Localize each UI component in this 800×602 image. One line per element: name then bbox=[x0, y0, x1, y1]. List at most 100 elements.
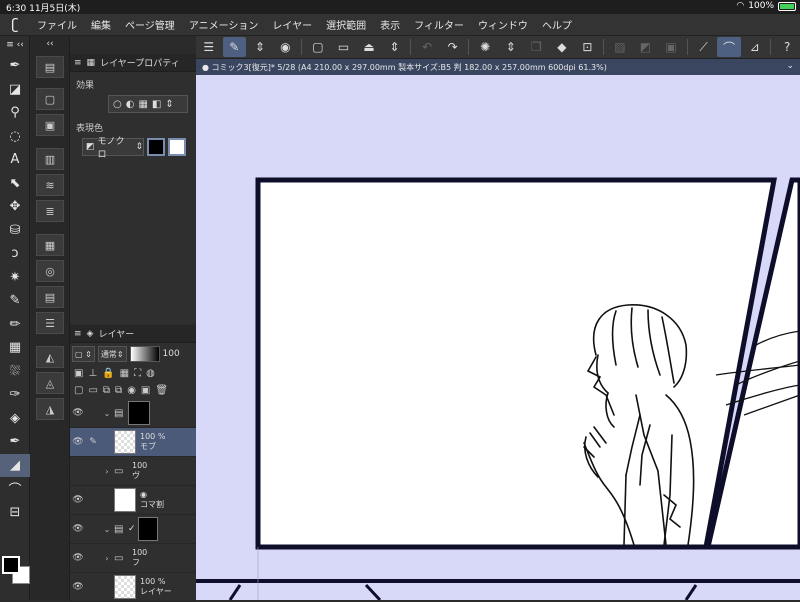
duplicate-icon[interactable]: ❐ bbox=[525, 37, 549, 57]
expand-chevron-icon[interactable]: ⌄ bbox=[100, 525, 114, 534]
ruler-snap-icon[interactable]: ⟋ bbox=[692, 37, 716, 57]
extract-line-icon[interactable]: ◐ bbox=[126, 99, 135, 110]
mask-apply-icon[interactable]: ▣ bbox=[141, 385, 150, 396]
updown-toggle-icon[interactable]: ⇕ bbox=[499, 37, 523, 57]
menu-edit[interactable]: 編集 bbox=[84, 17, 118, 32]
help-icon[interactable]: ? bbox=[775, 37, 799, 57]
expand-chevron-icon[interactable]: ⌄ bbox=[100, 409, 114, 418]
updown-toggle-icon[interactable]: ⇕ bbox=[248, 37, 272, 57]
layers-icon[interactable]: ≋ bbox=[36, 174, 64, 196]
edit-mode-icon[interactable]: ✎ bbox=[222, 37, 247, 57]
color-chips[interactable] bbox=[2, 556, 30, 586]
layer-effect-icon[interactable]: ◬ bbox=[36, 372, 64, 394]
hamburger-menu-icon[interactable]: ≡ bbox=[74, 329, 82, 339]
expand-chevron-icon[interactable]: › bbox=[100, 554, 114, 563]
quick-access-icon[interactable]: ◉ bbox=[274, 37, 298, 57]
eye-icon[interactable]: 👁 bbox=[70, 582, 86, 592]
combine-icon[interactable]: ⧉ bbox=[115, 385, 122, 396]
expression-color-select[interactable]: ◩ モノクロ ⇕ bbox=[82, 137, 144, 160]
decoration-icon[interactable]: ✑ bbox=[0, 383, 30, 407]
menu-page-management[interactable]: ページ管理 bbox=[118, 17, 182, 32]
lasso-icon[interactable]: ↄ bbox=[0, 242, 30, 266]
transform-icon[interactable]: ⊡ bbox=[576, 37, 600, 57]
curve-ruler-icon[interactable]: ⌒ bbox=[0, 477, 30, 501]
pen-icon[interactable]: ✎ bbox=[0, 289, 30, 313]
updown-toggle-icon[interactable]: ⇕ bbox=[165, 99, 173, 110]
magic-wand-icon[interactable]: ✷ bbox=[0, 266, 30, 290]
eye-icon[interactable]: 👁 bbox=[70, 553, 86, 563]
layer-effect-icon[interactable]: ◮ bbox=[36, 398, 64, 420]
move-icon[interactable]: ✥ bbox=[0, 195, 30, 219]
airbrush-icon[interactable]: ⛆ bbox=[0, 360, 30, 384]
crop-icon[interactable]: ▣ bbox=[659, 37, 683, 57]
menu-filter[interactable]: フィルター bbox=[407, 17, 471, 32]
list-icon[interactable]: ☰ bbox=[36, 312, 64, 334]
app-logo-icon[interactable]: ʗ bbox=[0, 17, 30, 33]
drawing-canvas[interactable] bbox=[196, 75, 800, 600]
reference-icon[interactable]: ⊥ bbox=[88, 368, 97, 379]
object-select-icon[interactable]: ⬉ bbox=[0, 172, 30, 196]
new-folder-icon[interactable]: ▭ bbox=[88, 385, 97, 396]
frame-icon[interactable]: ▣ bbox=[36, 114, 64, 136]
edit-pen-icon[interactable]: ✎ bbox=[86, 437, 100, 447]
mask-create-icon[interactable]: ◉ bbox=[127, 385, 136, 396]
pencil-icon[interactable]: ✏ bbox=[0, 313, 30, 337]
tone-effect-icon[interactable]: ▦ bbox=[138, 99, 147, 110]
palette-tab-icon[interactable]: ▦ bbox=[87, 58, 96, 68]
paint-bucket-icon[interactable]: ◈ bbox=[0, 407, 30, 431]
border-effect-icon[interactable]: ○ bbox=[113, 99, 122, 110]
clip-icon[interactable]: ▣ bbox=[74, 368, 83, 379]
updown-toggle-icon[interactable]: ⇕ bbox=[383, 37, 407, 57]
menu-layer[interactable]: レイヤー bbox=[265, 17, 319, 32]
gradient-icon[interactable]: ◪ bbox=[0, 78, 30, 102]
loading-spinner-icon[interactable]: ✺ bbox=[473, 37, 497, 57]
main-color-chip[interactable] bbox=[2, 556, 20, 574]
layer-row[interactable]: 👁 ⌄ ▤ bbox=[70, 399, 196, 428]
layer-effect-icon[interactable]: ◭ bbox=[36, 346, 64, 368]
hamburger-menu-icon[interactable]: ≡ bbox=[74, 58, 82, 68]
eyedropper-icon[interactable]: ✒ bbox=[0, 54, 30, 78]
mask-icon[interactable]: ⛶ bbox=[134, 368, 141, 379]
lock-icon[interactable]: 🔒 bbox=[102, 368, 114, 379]
redo-icon[interactable]: ↷ bbox=[441, 37, 465, 57]
menu-animation[interactable]: アニメーション bbox=[182, 17, 266, 32]
fill-icon[interactable]: ◆ bbox=[550, 37, 574, 57]
lasso-select-icon[interactable]: ◌ bbox=[0, 125, 30, 149]
table-icon[interactable]: ▤ bbox=[36, 286, 64, 308]
circle-icon[interactable]: ◎ bbox=[36, 260, 64, 282]
fill-bucket-icon[interactable]: ⛁ bbox=[0, 219, 30, 243]
zoom-icon[interactable]: ⚲ bbox=[0, 101, 30, 125]
save-icon[interactable]: ⏏ bbox=[357, 37, 381, 57]
expand-chevron-icon[interactable]: › bbox=[100, 467, 114, 476]
film-icon[interactable]: ▥ bbox=[36, 148, 64, 170]
new-file-icon[interactable]: ▢ bbox=[306, 37, 330, 57]
brush-snap-icon[interactable]: ⌒ bbox=[717, 37, 741, 57]
menu-window[interactable]: ウィンドウ bbox=[471, 17, 535, 32]
text-tool-icon[interactable]: A bbox=[0, 148, 30, 172]
layer-color-icon[interactable]: ◧ bbox=[152, 99, 161, 110]
ink-pen-icon[interactable]: ✒ bbox=[0, 430, 30, 454]
invert-selection-icon[interactable]: ◩ bbox=[634, 37, 658, 57]
frame-icon[interactable]: ▢ bbox=[36, 88, 64, 110]
eraser-icon[interactable]: ◢ bbox=[0, 453, 30, 477]
menu-help[interactable]: ヘルプ bbox=[535, 17, 579, 32]
canvas-tab[interactable]: ● コミック3[復元]* 5/28 (A4 210.00 x 297.00mm … bbox=[196, 59, 800, 75]
layer-row[interactable]: 👁 100 % レイヤー bbox=[70, 573, 196, 602]
eye-icon[interactable]: 👁 bbox=[70, 524, 86, 534]
panel-collapse-icon[interactable]: ≡ ‹‹ bbox=[0, 36, 30, 54]
chevron-down-icon[interactable]: ⌄ bbox=[786, 61, 794, 71]
layers-icon[interactable]: ◈ bbox=[87, 329, 94, 339]
layer-row[interactable]: 👁 ◉ コマ割 bbox=[70, 486, 196, 515]
black-swatch[interactable] bbox=[147, 138, 165, 156]
layer-row[interactable]: › ▭ 100 ヴ bbox=[70, 457, 196, 486]
lock-transparent-icon[interactable]: ▦ bbox=[120, 368, 129, 379]
layer-row[interactable]: 👁 › ▭ 100 フ bbox=[70, 544, 196, 573]
menu-file[interactable]: ファイル bbox=[30, 17, 84, 32]
eye-icon[interactable]: 👁 bbox=[70, 437, 86, 447]
layer-type-select[interactable]: ▢ ⇕ bbox=[72, 346, 95, 362]
open-file-icon[interactable]: ▭ bbox=[332, 37, 356, 57]
undo-icon[interactable]: ↶ bbox=[415, 37, 439, 57]
hamburger-menu-icon[interactable]: ☰ bbox=[197, 37, 221, 57]
canvas-icon[interactable]: ▤ bbox=[36, 56, 64, 78]
menu-view[interactable]: 表示 bbox=[373, 17, 407, 32]
